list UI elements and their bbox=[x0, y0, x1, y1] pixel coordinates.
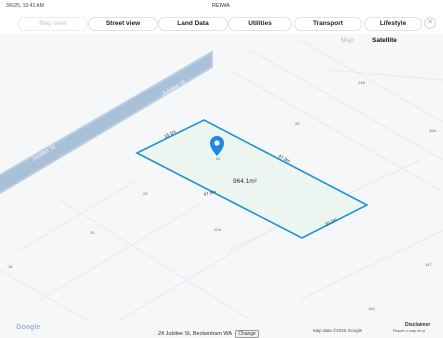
page-title: REIWA bbox=[212, 3, 230, 9]
tab-bar: Map view Street view Land Data Utilities… bbox=[0, 12, 443, 34]
map-canvas[interactable]: Jubilee St Jubilee St 18.1m 47.9m 47.9m … bbox=[0, 0, 443, 338]
tab-land-data[interactable]: Land Data bbox=[158, 17, 228, 31]
timestamp: 3/6/25, 10:43 AM bbox=[6, 3, 44, 9]
change-button[interactable]: Change bbox=[235, 330, 259, 338]
map-page: Jubilee St Jubilee St 18.1m 47.9m 47.9m … bbox=[0, 0, 443, 338]
tab-lifestyle[interactable]: Lifestyle bbox=[364, 17, 422, 31]
address-bar: 24 Jubilee St, Beckenham WA Change bbox=[158, 330, 259, 338]
map-data-attribution: Map data ©2025 Google bbox=[313, 328, 363, 333]
side-length-label: 47.9m bbox=[203, 189, 217, 197]
parcel-area-label: 964.1m² bbox=[233, 178, 258, 185]
lot-number: 18 bbox=[8, 264, 13, 269]
tab-transport[interactable]: Transport bbox=[294, 17, 362, 31]
browser-titlebar: 3/6/25, 10:43 AM REIWA bbox=[0, 0, 443, 12]
tab-map-view[interactable]: Map view bbox=[18, 17, 88, 31]
tab-street-view[interactable]: Street view bbox=[88, 17, 158, 31]
lot-number: 147 bbox=[425, 262, 432, 267]
parcel-lot-number: 24 bbox=[216, 157, 220, 161]
tab-utilities[interactable]: Utilities bbox=[228, 17, 292, 31]
map-type-map[interactable]: Map bbox=[341, 37, 354, 44]
disclaimer-link[interactable]: Disclaimer bbox=[405, 322, 430, 328]
lot-number: 26A bbox=[429, 128, 437, 133]
lot-number: 24B bbox=[358, 80, 366, 85]
lot-number: 22A bbox=[214, 227, 222, 232]
lot-number: 26 bbox=[295, 121, 300, 126]
lot-number: 23 bbox=[143, 191, 148, 196]
lot-number: 29 bbox=[90, 230, 95, 235]
lot-number: 145 bbox=[368, 306, 375, 311]
google-logo[interactable]: Google bbox=[16, 324, 40, 331]
close-icon[interactable]: ✕ bbox=[424, 17, 436, 29]
map-type-satellite[interactable]: Satellite bbox=[372, 37, 397, 44]
report-error-link[interactable]: Report a map error bbox=[393, 329, 425, 333]
address-text: 24 Jubilee St, Beckenham WA bbox=[158, 331, 232, 337]
